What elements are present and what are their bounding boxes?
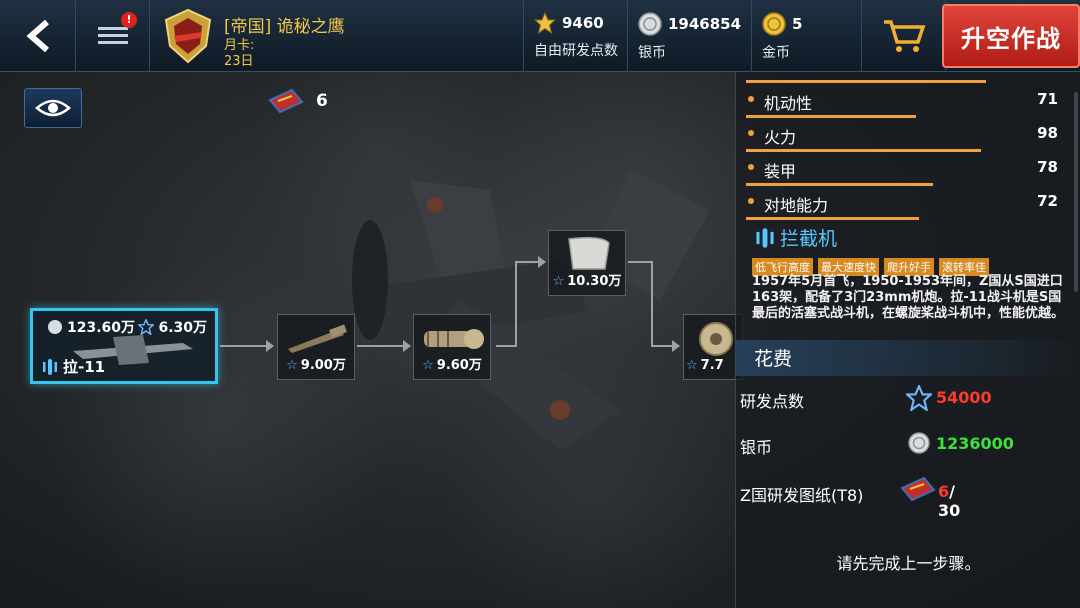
upgrade-cost: ☆ 9.60万 — [414, 354, 490, 373]
aircraft-name: 拉-11 — [43, 356, 105, 377]
upgrade-node-engine[interactable]: ☆ 9.60万 — [413, 314, 491, 380]
silver-coin-icon — [908, 432, 930, 454]
cost-blueprint-label: Z国研发图纸(T8) — [740, 486, 864, 505]
rp-cost-value: 6.30万 — [158, 320, 207, 336]
cost-section-title: 花费 — [736, 340, 1080, 376]
aircraft-role: 拦截机 — [756, 224, 837, 251]
hint-text: 请先完成上一步骤。 — [836, 554, 981, 573]
scrollbar[interactable] — [1074, 92, 1078, 292]
stat-row: 火力 98 — [746, 118, 1066, 152]
bullet-icon — [748, 130, 754, 136]
stat-name: 对地能力 — [764, 196, 829, 215]
cost-rp-value: 54000 — [936, 388, 992, 407]
bullet-icon — [748, 96, 754, 102]
upgrade-cost: ☆ 7.7 — [684, 358, 742, 373]
upgrade-node-cannon[interactable]: ☆ 9.00万 — [277, 314, 355, 380]
cart-icon — [883, 20, 925, 52]
stat-row: 机动性 71 — [746, 84, 1066, 118]
shop-button[interactable] — [862, 0, 946, 72]
interceptor-class-icon — [756, 227, 774, 248]
stat-name: 机动性 — [764, 94, 813, 113]
aircraft-description: 1957年5月首飞，1950-1953年间，Z国从S国进口163架，配备了3门2… — [752, 274, 1065, 321]
tech-node-la11[interactable]: 123.60万 6.30万 拉-11 — [30, 308, 218, 384]
blueprint-have: 6 — [938, 482, 950, 501]
upgrade-cost-value: 10.30万 — [567, 274, 622, 289]
aircraft-role-label: 拦截机 — [780, 228, 838, 250]
interceptor-class-icon — [43, 358, 57, 375]
aircraft-detail-panel: 机动性 71 火力 98 装甲 78 对地能力 72 拦截机 低飞行高度 最大速度快 爬升好手… — [735, 72, 1080, 608]
gold-value: 5 — [792, 15, 803, 33]
upgrade-cost-value: 7.7 — [700, 358, 724, 373]
upgrade-cost-value: 9.60万 — [436, 358, 482, 373]
star-icon: ☆ — [552, 274, 565, 289]
silver-cost: 123.60万 — [47, 317, 135, 337]
stat-value: 72 — [1037, 192, 1058, 210]
bullet-icon — [748, 198, 754, 204]
upgrade-cost: ☆ 10.30万 — [549, 270, 625, 289]
silver-cost-value: 123.60万 — [67, 320, 136, 336]
stat-value: 98 — [1037, 124, 1058, 142]
aircraft-name-label: 拉-11 — [63, 358, 106, 376]
armor-plate-icon — [568, 236, 610, 270]
star-icon: ☆ — [422, 358, 434, 373]
upgrade-cost-value: 9.00万 — [300, 358, 346, 373]
blueprint-icon — [900, 476, 936, 502]
upgrade-cost: ☆ 9.00万 — [278, 354, 354, 373]
gold-counter: 5 金币 — [752, 0, 862, 72]
stat-value: 78 — [1037, 158, 1058, 176]
stat-name: 装甲 — [764, 162, 797, 181]
stat-value: 71 — [1037, 90, 1058, 108]
gold-coin-icon — [762, 12, 786, 36]
star-icon — [906, 385, 932, 411]
cannon-icon — [288, 324, 347, 353]
stat-row: 对地能力 72 — [746, 186, 1066, 220]
cost-rp-label: 研发点数 — [740, 392, 805, 411]
tech-tree-connectors — [220, 256, 680, 352]
star-icon — [138, 319, 155, 335]
cost-row-silver: 银币 1236000 — [740, 432, 1014, 458]
propeller-icon — [699, 322, 733, 356]
silver-coin-icon — [48, 320, 62, 334]
stat-row: 装甲 78 — [746, 152, 1066, 186]
star-icon: ☆ — [686, 358, 698, 373]
stat-bar-top — [746, 80, 986, 83]
rp-cost: 6.30万 — [138, 317, 207, 337]
cost-row-blueprint: Z国研发图纸(T8) 6/ 30 — [740, 476, 960, 520]
star-icon: ☆ — [286, 358, 298, 373]
upgrade-node-propeller[interactable]: ☆ 7.7 — [683, 314, 743, 380]
cost-silver-value: 1236000 — [936, 434, 1014, 453]
stat-bar — [746, 217, 919, 220]
cost-row-research: 研发点数 54000 — [740, 385, 992, 412]
takeoff-button[interactable]: 升空作战 — [942, 4, 1080, 68]
engine-icon — [424, 329, 484, 349]
gold-label: 金币 — [762, 45, 790, 61]
cost-silver-label: 银币 — [740, 438, 773, 457]
upgrade-node-armor[interactable]: ☆ 10.30万 — [548, 230, 626, 296]
bullet-icon — [748, 164, 754, 170]
stat-name: 火力 — [764, 128, 797, 147]
